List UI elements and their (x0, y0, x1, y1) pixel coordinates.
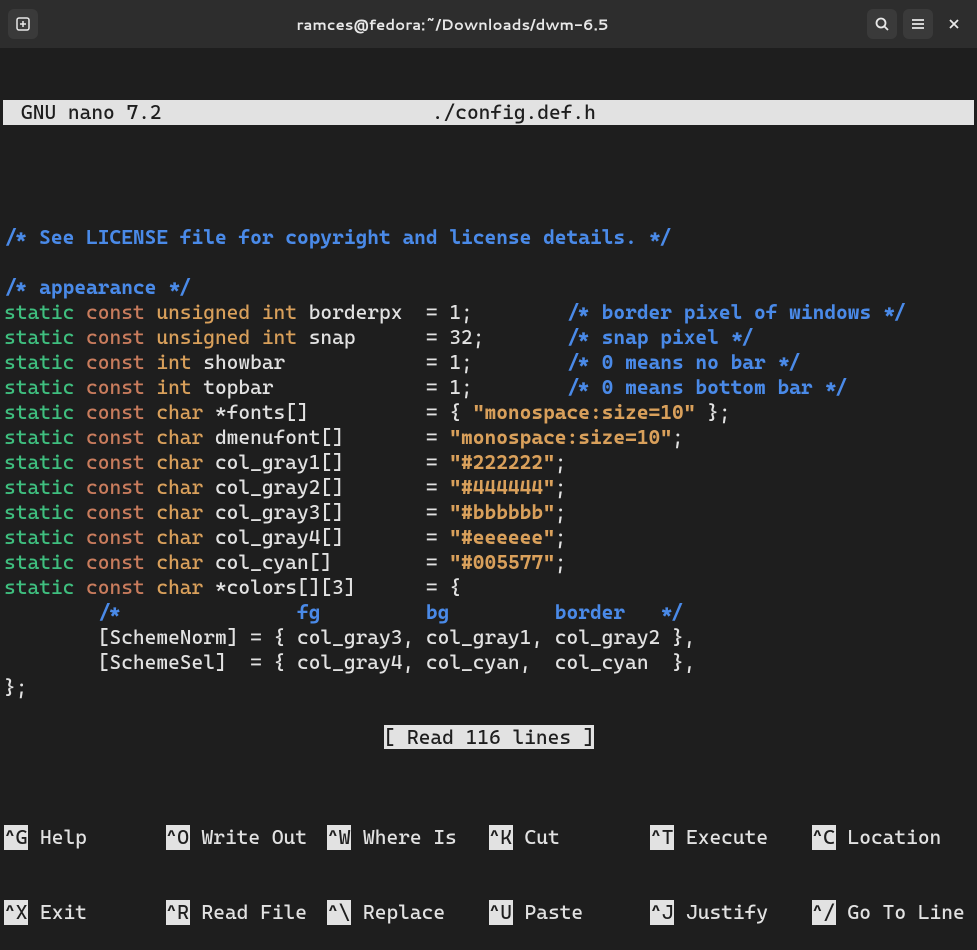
shortcut-bar-row-2: ^XExit ^RRead File ^\Replace ^UPaste ^JJ… (3, 900, 974, 925)
shortcut-execute: ^TExecute (650, 825, 812, 850)
code-line: /* See LICENSE file for copyright and li… (4, 225, 672, 249)
window-titlebar: ramces@fedora:~/Downloads/dwm-6.5 (0, 0, 977, 48)
shortcut-paste: ^UPaste (489, 900, 651, 925)
code-line: static const char col_gray3[] = "#bbbbbb… (4, 500, 567, 524)
close-window-button[interactable] (939, 9, 969, 39)
shortcut-justify: ^JJustify (650, 900, 812, 925)
code-line: static const char col_gray4[] = "#eeeeee… (4, 525, 567, 549)
search-button[interactable] (867, 9, 897, 39)
code-line: [SchemeNorm] = { col_gray3, col_gray1, c… (4, 625, 695, 649)
code-line: static const unsigned int snap = 32; /* … (4, 325, 754, 349)
nano-app-name: GNU nano 7.2 (11, 100, 162, 125)
hamburger-icon (910, 16, 926, 32)
code-line: static const char *fonts[] = { "monospac… (4, 400, 731, 424)
shortcut-help: ^GHelp (4, 825, 166, 850)
shortcut-go-to-line: ^/Go To Line (812, 900, 974, 925)
shortcut-exit: ^XExit (4, 900, 166, 925)
code-line: static const char col_gray1[] = "#222222… (4, 450, 567, 474)
code-line: static const char dmenufont[] = "monospa… (4, 425, 684, 449)
close-icon (947, 17, 961, 31)
hamburger-menu-button[interactable] (903, 9, 933, 39)
code-line: static const unsigned int borderpx = 1; … (4, 300, 906, 324)
shortcut-location: ^CLocation (812, 825, 974, 850)
shortcut-read-file: ^RRead File (166, 900, 328, 925)
nano-file-name: ./config.def.h (162, 100, 966, 125)
nano-status-line: [ Read 116 lines ] (4, 725, 974, 750)
shortcut-write-out: ^OWrite Out (166, 825, 328, 850)
shortcut-replace: ^\Replace (327, 900, 489, 925)
code-line: static const int showbar = 1; /* 0 means… (4, 350, 801, 374)
code-line: /* appearance */ (4, 275, 192, 299)
code-line: /* fg bg border */ (4, 600, 684, 624)
code-line: }; (4, 675, 27, 699)
nano-header: GNU nano 7.2 ./config.def.h (3, 100, 974, 125)
editor-content[interactable]: /* See LICENSE file for copyright and li… (3, 200, 974, 750)
search-icon (874, 16, 890, 32)
code-line: static const char col_cyan[] = "#005577"… (4, 550, 567, 574)
new-tab-icon (15, 16, 31, 32)
code-line: static const char col_gray2[] = "#444444… (4, 475, 567, 499)
shortcut-where-is: ^WWhere Is (327, 825, 489, 850)
code-line: static const char *colors[][3] = { (4, 575, 461, 599)
code-line: [SchemeSel] = { col_gray4, col_cyan, col… (4, 650, 695, 674)
nano-status-badge: [ Read 116 lines ] (384, 725, 595, 749)
shortcut-bar-row-1: ^GHelp ^OWrite Out ^WWhere Is ^KCut ^TEx… (3, 825, 974, 850)
shortcut-cut: ^KCut (489, 825, 651, 850)
new-tab-button[interactable] (8, 9, 38, 39)
window-title: ramces@fedora:~/Downloads/dwm-6.5 (46, 14, 859, 35)
terminal-area[interactable]: GNU nano 7.2 ./config.def.h /* See LICEN… (0, 48, 977, 950)
code-line: static const int topbar = 1; /* 0 means … (4, 375, 848, 399)
